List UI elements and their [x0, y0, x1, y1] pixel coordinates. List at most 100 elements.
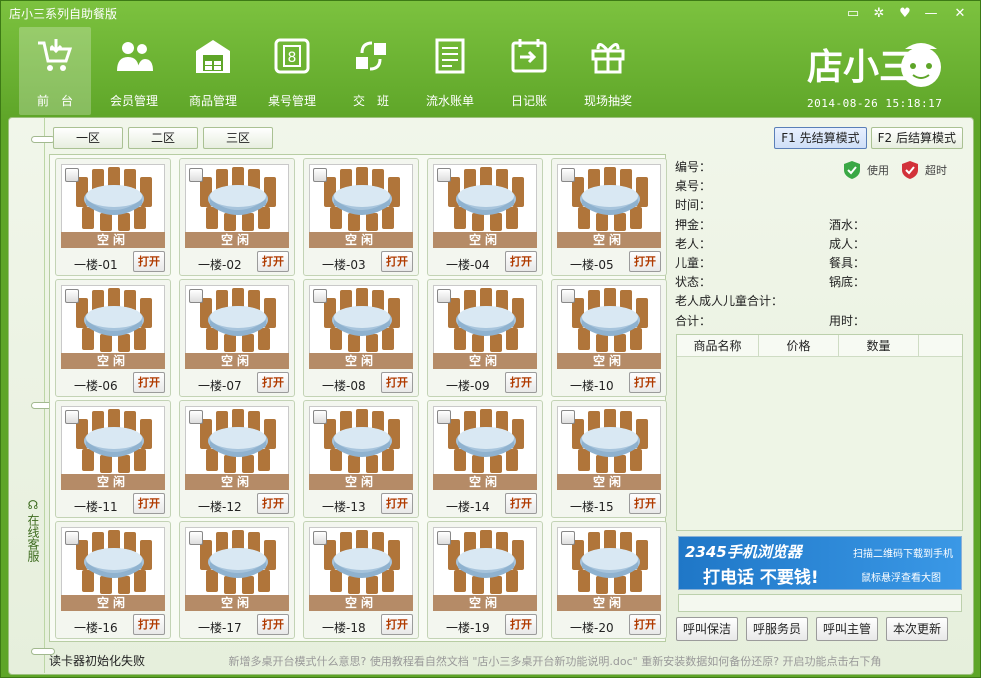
open-table-button[interactable]: 打开	[381, 372, 413, 393]
toolbar-item-front-desk[interactable]: 前 台	[19, 27, 91, 115]
table-card[interactable]: 空闲 一楼-05 打开	[551, 158, 667, 276]
title-bar[interactable]: 店小三系列自助餐版 ▭ ✲ ♥ — ✕	[1, 1, 980, 25]
table-card[interactable]: 空闲 一楼-04 打开	[427, 158, 543, 276]
table-select-checkbox[interactable]	[561, 289, 575, 303]
call-manager-button[interactable]: 呼叫主管	[816, 617, 879, 641]
info-child: 儿童：	[675, 256, 712, 270]
table-select-checkbox[interactable]	[313, 168, 327, 182]
table-card[interactable]: 空闲 一楼-08 打开	[303, 279, 419, 397]
prepay-mode-button[interactable]: F1 先结算模式	[774, 127, 867, 149]
open-table-button[interactable]: 打开	[629, 251, 661, 272]
table-select-checkbox[interactable]	[189, 168, 203, 182]
table-select-checkbox[interactable]	[437, 289, 451, 303]
close-icon[interactable]: ✕	[944, 2, 976, 24]
open-table-button[interactable]: 打开	[133, 372, 165, 393]
zone-tab-1[interactable]: 一区	[53, 127, 123, 149]
goods-col-price[interactable]: 价格	[759, 335, 839, 356]
table-card[interactable]: 空闲 一楼-10 打开	[551, 279, 667, 397]
table-status: 空闲	[433, 353, 537, 369]
goods-list[interactable]: 商品名称 价格 数量	[676, 334, 963, 531]
open-table-button[interactable]: 打开	[133, 614, 165, 635]
table-select-checkbox[interactable]	[437, 168, 451, 182]
open-table-button[interactable]: 打开	[257, 614, 289, 635]
toolbar-item-shift[interactable]: 交 班	[335, 27, 407, 115]
open-table-button[interactable]: 打开	[629, 614, 661, 635]
table-select-checkbox[interactable]	[437, 410, 451, 424]
ad-title: 2345手机浏览器	[685, 543, 802, 561]
open-table-button[interactable]: 打开	[505, 372, 537, 393]
table-select-checkbox[interactable]	[437, 531, 451, 545]
table-select-checkbox[interactable]	[189, 410, 203, 424]
table-card[interactable]: 空闲 一楼-17 打开	[179, 521, 295, 639]
open-table-button[interactable]: 打开	[505, 614, 537, 635]
table-select-checkbox[interactable]	[65, 289, 79, 303]
table-select-checkbox[interactable]	[189, 289, 203, 303]
open-table-button[interactable]: 打开	[629, 372, 661, 393]
table-name: 一楼-07	[198, 379, 242, 393]
toolbar-item-label: 前 台	[36, 94, 73, 108]
status-tips[interactable]: 新增多桌开台模式什么意思? 使用教程看自然文档 "店小三多桌开台新功能说明.do…	[229, 655, 882, 668]
open-table-button[interactable]: 打开	[505, 251, 537, 272]
table-select-checkbox[interactable]	[561, 410, 575, 424]
table-card[interactable]: 空闲 一楼-18 打开	[303, 521, 419, 639]
open-table-button[interactable]: 打开	[381, 493, 413, 514]
table-card[interactable]: 空闲 一楼-06 打开	[55, 279, 171, 397]
table-select-checkbox[interactable]	[561, 531, 575, 545]
toolbar-item-goods[interactable]: 商品管理	[177, 27, 249, 115]
toolbar-item-journal[interactable]: 日记账	[493, 27, 565, 115]
skin-icon[interactable]: ♥	[892, 2, 918, 24]
open-table-button[interactable]: 打开	[629, 493, 661, 514]
open-table-button[interactable]: 打开	[257, 372, 289, 393]
table-status: 空闲	[61, 595, 165, 611]
open-table-button[interactable]: 打开	[381, 614, 413, 635]
table-name: 一楼-14	[446, 500, 490, 514]
table-name: 一楼-03	[322, 258, 366, 272]
open-table-button[interactable]: 打开	[257, 251, 289, 272]
minimize-icon[interactable]: —	[918, 2, 944, 24]
postpay-mode-button[interactable]: F2 后结算模式	[870, 127, 963, 149]
table-select-checkbox[interactable]	[313, 410, 327, 424]
info-pot: 锅底：	[829, 275, 866, 289]
call-cleaner-button[interactable]: 呼叫保洁	[676, 617, 739, 641]
browser-ad-banner[interactable]: 2345手机浏览器 打电话 不要钱! 扫描二维码下载到手机 鼠标悬浮查看大图	[678, 536, 962, 590]
table-select-checkbox[interactable]	[313, 289, 327, 303]
zone-tab-2[interactable]: 二区	[128, 127, 198, 149]
table-select-checkbox[interactable]	[189, 531, 203, 545]
table-card[interactable]: 空闲 一楼-19 打开	[427, 521, 543, 639]
table-card[interactable]: 空闲 一楼-09 打开	[427, 279, 543, 397]
table-card[interactable]: 空闲 一楼-11 打开	[55, 400, 171, 518]
zone-tab-3[interactable]: 三区	[203, 127, 273, 149]
table-select-checkbox[interactable]	[561, 168, 575, 182]
call-waiter-button[interactable]: 呼服务员	[746, 617, 809, 641]
table-card[interactable]: 空闲 一楼-16 打开	[55, 521, 171, 639]
online-service-link[interactable]: ☊ 在线客服	[21, 498, 45, 562]
table-card[interactable]: 空闲 一楼-07 打开	[179, 279, 295, 397]
settings-icon[interactable]: ✲	[866, 2, 892, 24]
table-select-checkbox[interactable]	[65, 531, 79, 545]
goods-col-name[interactable]: 商品名称	[677, 335, 759, 356]
table-card[interactable]: 空闲 一楼-02 打开	[179, 158, 295, 276]
table-card[interactable]: 空闲 一楼-14 打开	[427, 400, 543, 518]
open-table-button[interactable]: 打开	[133, 493, 165, 514]
toolbar-item-bills[interactable]: 流水账单	[414, 27, 486, 115]
table-select-checkbox[interactable]	[65, 410, 79, 424]
open-table-button[interactable]: 打开	[505, 493, 537, 514]
table-card[interactable]: 空闲 一楼-13 打开	[303, 400, 419, 518]
toolbar-item-table-number[interactable]: 8 桌号管理	[256, 27, 328, 115]
update-notes-button[interactable]: 本次更新	[886, 617, 949, 641]
info-elder: 老人：	[675, 237, 712, 251]
table-select-checkbox[interactable]	[65, 168, 79, 182]
message-icon[interactable]: ▭	[840, 2, 866, 24]
table-card[interactable]: 空闲 一楼-12 打开	[179, 400, 295, 518]
table-card[interactable]: 空闲 一楼-20 打开	[551, 521, 667, 639]
goods-col-qty[interactable]: 数量	[839, 335, 919, 356]
open-table-button[interactable]: 打开	[381, 251, 413, 272]
open-table-button[interactable]: 打开	[133, 251, 165, 272]
table-card[interactable]: 空闲 一楼-01 打开	[55, 158, 171, 276]
table-card[interactable]: 空闲 一楼-15 打开	[551, 400, 667, 518]
table-card[interactable]: 空闲 一楼-03 打开	[303, 158, 419, 276]
open-table-button[interactable]: 打开	[257, 493, 289, 514]
toolbar-item-lottery[interactable]: 现场抽奖	[572, 27, 644, 115]
table-select-checkbox[interactable]	[313, 531, 327, 545]
toolbar-item-members[interactable]: 会员管理	[98, 27, 170, 115]
